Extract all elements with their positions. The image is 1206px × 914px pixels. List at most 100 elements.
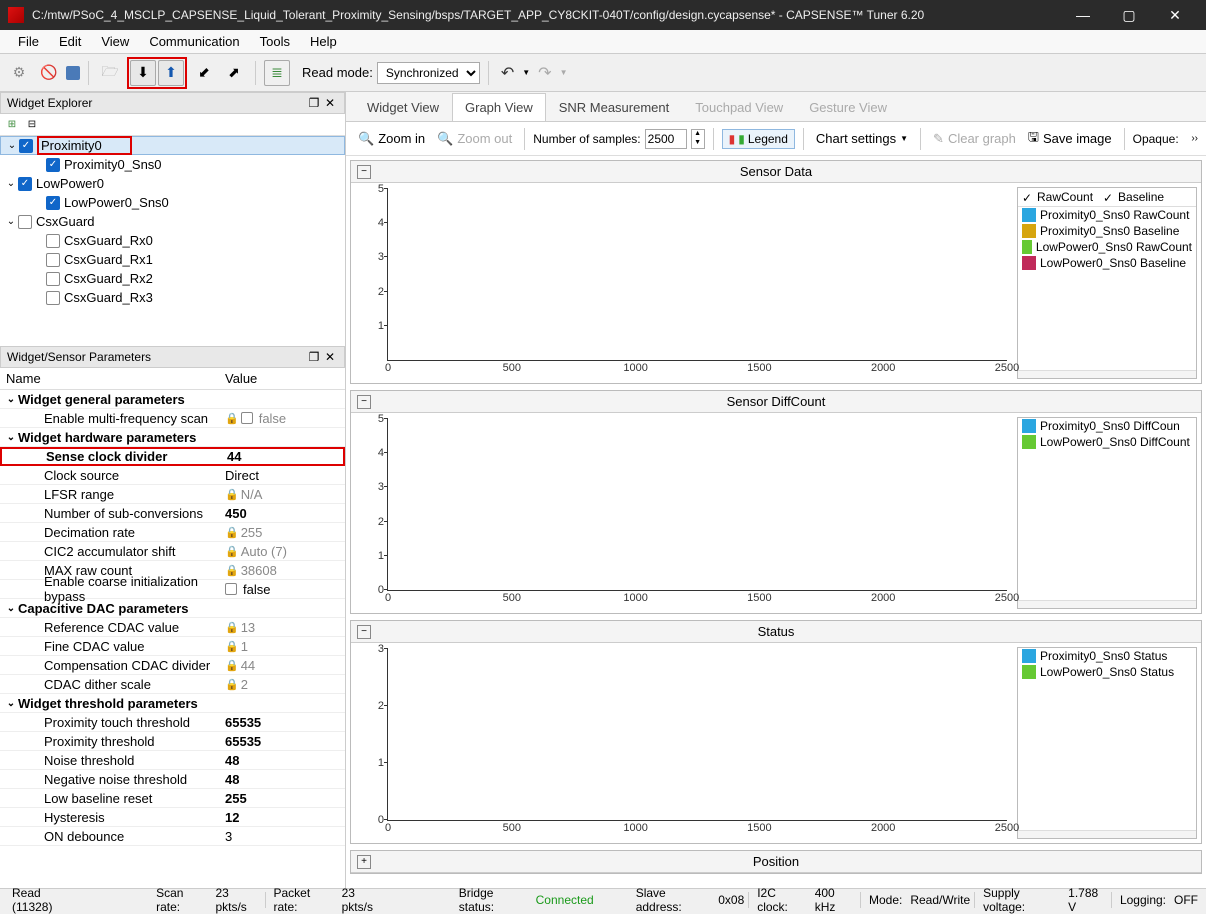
- download-icon[interactable]: ⬇: [130, 60, 156, 86]
- chart-sensor-data: −Sensor Data1234505001000150020002500✓Ra…: [350, 160, 1202, 384]
- close-panel-icon[interactable]: ✕: [322, 96, 338, 110]
- opaque-label: Opaque:: [1133, 132, 1179, 146]
- collapse-icon[interactable]: +: [357, 855, 371, 869]
- zoom-out-icon: 🔍: [437, 131, 453, 147]
- minimize-button[interactable]: —: [1060, 0, 1106, 30]
- collapse-all-icon[interactable]: ⊟: [24, 117, 40, 133]
- tree-toolbar: ⊞ ⊟: [0, 114, 345, 136]
- list-icon[interactable]: ≣: [264, 60, 290, 86]
- window-title: C:/mtw/PSoC_4_MSCLP_CAPSENSE_Liquid_Tole…: [32, 8, 1060, 22]
- tree-item-csxguard_rx0[interactable]: CsxGuard_Rx0: [0, 231, 345, 250]
- import-icon[interactable]: ⬋: [191, 60, 217, 86]
- tree-item-proximity0[interactable]: ⌄✓Proximity0: [0, 136, 345, 155]
- overflow-icon[interactable]: ››: [1191, 133, 1198, 144]
- param-group[interactable]: ⌄Widget threshold parameters: [0, 694, 345, 713]
- charts-area: −Sensor Data1234505001000150020002500✓Ra…: [346, 156, 1206, 888]
- param-row[interactable]: Negative noise threshold48: [0, 770, 345, 789]
- legend-item[interactable]: Proximity0_Sns0 RawCount: [1018, 207, 1196, 223]
- param-row[interactable]: Low baseline reset255: [0, 789, 345, 808]
- tab-gesture-view[interactable]: Gesture View: [796, 93, 900, 121]
- tab-graph-view[interactable]: Graph View: [452, 93, 546, 121]
- save-image-button[interactable]: 🖫Save image: [1024, 126, 1116, 152]
- tree-item-proximity0_sns0[interactable]: ✓Proximity0_Sns0: [0, 155, 345, 174]
- chart-sensor-diffcount: −Sensor DiffCount01234505001000150020002…: [350, 390, 1202, 614]
- param-row[interactable]: Number of sub-conversions450: [0, 504, 345, 523]
- param-row[interactable]: Noise threshold48: [0, 751, 345, 770]
- param-row[interactable]: Sense clock divider44: [0, 447, 345, 466]
- param-row[interactable]: Proximity threshold65535: [0, 732, 345, 751]
- legend-item[interactable]: LowPower0_Sns0 Status: [1018, 664, 1196, 680]
- param-row[interactable]: Hysteresis12: [0, 808, 345, 827]
- widget-tree[interactable]: ⌄✓Proximity0✓Proximity0_Sns0⌄✓LowPower0✓…: [0, 136, 345, 346]
- legend-item[interactable]: LowPower0_Sns0 DiffCount: [1018, 434, 1196, 450]
- legend-item[interactable]: LowPower0_Sns0 Baseline: [1018, 255, 1196, 271]
- chart-settings-button[interactable]: Chart settings ▼: [812, 129, 912, 148]
- tree-item-csxguard_rx1[interactable]: CsxGuard_Rx1: [0, 250, 345, 269]
- gear-icon[interactable]: ⚙: [6, 60, 32, 86]
- samples-spinner[interactable]: ▲▼: [691, 129, 705, 149]
- close-button[interactable]: ✕: [1152, 0, 1198, 30]
- legend-item[interactable]: Proximity0_Sns0 Baseline: [1018, 223, 1196, 239]
- undo-icon[interactable]: ↶: [497, 63, 518, 83]
- param-row[interactable]: Enable coarse initialization bypassfalse: [0, 580, 345, 599]
- chart-status: −Status012305001000150020002500Proximity…: [350, 620, 1202, 844]
- collapse-icon[interactable]: −: [357, 395, 371, 409]
- record-icon[interactable]: [66, 66, 80, 80]
- undock-icon[interactable]: ❐: [306, 96, 322, 110]
- legend-item[interactable]: LowPower0_Sns0 RawCount: [1018, 239, 1196, 255]
- tree-item-lowpower0_sns0[interactable]: ✓LowPower0_Sns0: [0, 193, 345, 212]
- tree-item-csxguard[interactable]: ⌄CsxGuard: [0, 212, 345, 231]
- tree-item-csxguard_rx3[interactable]: CsxGuard_Rx3: [0, 288, 345, 307]
- param-row[interactable]: Fine CDAC value🔒 1: [0, 637, 345, 656]
- menu-help[interactable]: Help: [300, 34, 347, 49]
- tab-touchpad-view[interactable]: Touchpad View: [682, 93, 796, 121]
- params-table[interactable]: ⌄Widget general parametersEnable multi-f…: [0, 390, 345, 888]
- menu-tools[interactable]: Tools: [250, 34, 300, 49]
- redo-icon[interactable]: ↷: [534, 63, 555, 83]
- param-row[interactable]: Reference CDAC value🔒 13: [0, 618, 345, 637]
- upload-icon[interactable]: ⬆: [158, 60, 184, 86]
- zoom-in-button[interactable]: 🔍Zoom in: [354, 129, 429, 149]
- params-column-headers: Name Value: [0, 368, 345, 390]
- param-row[interactable]: CIC2 accumulator shift🔒 Auto (7): [0, 542, 345, 561]
- param-row[interactable]: Enable multi-frequency scan🔒 false: [0, 409, 345, 428]
- legend-item[interactable]: Proximity0_Sns0 DiffCoun: [1018, 418, 1196, 434]
- zoom-in-icon: 🔍: [358, 131, 374, 147]
- maximize-button[interactable]: ▢: [1106, 0, 1152, 30]
- param-row[interactable]: LFSR range🔒 N/A: [0, 485, 345, 504]
- tree-item-lowpower0[interactable]: ⌄✓LowPower0: [0, 174, 345, 193]
- legend-item[interactable]: Proximity0_Sns0 Status: [1018, 648, 1196, 664]
- export-icon[interactable]: ⬈: [221, 60, 247, 86]
- clear-graph-button[interactable]: ✎Clear graph: [929, 129, 1020, 149]
- close-panel-icon[interactable]: ✕: [322, 350, 338, 364]
- param-group[interactable]: ⌄Widget hardware parameters: [0, 428, 345, 447]
- param-group[interactable]: ⌄Capacitive DAC parameters: [0, 599, 345, 618]
- zoom-out-button[interactable]: 🔍Zoom out: [433, 129, 516, 149]
- collapse-icon[interactable]: −: [357, 165, 371, 179]
- stop-icon[interactable]: 🚫: [36, 60, 62, 86]
- status-bar: Read (11328) Scan rate:23 pkts/s Packet …: [0, 888, 1206, 910]
- title-bar: C:/mtw/PSoC_4_MSCLP_CAPSENSE_Liquid_Tole…: [0, 0, 1206, 30]
- menu-view[interactable]: View: [91, 34, 139, 49]
- tab-snr-measurement[interactable]: SNR Measurement: [546, 93, 683, 121]
- open-icon[interactable]: 🗁: [97, 60, 123, 86]
- menu-communication[interactable]: Communication: [139, 34, 249, 49]
- read-mode-select[interactable]: Synchronized: [377, 62, 480, 84]
- tab-widget-view[interactable]: Widget View: [354, 93, 452, 121]
- transfer-buttons-highlight: ⬇ ⬆: [127, 57, 187, 89]
- param-row[interactable]: Compensation CDAC divider🔒 44: [0, 656, 345, 675]
- expand-all-icon[interactable]: ⊞: [4, 117, 20, 133]
- menu-file[interactable]: File: [8, 34, 49, 49]
- param-row[interactable]: Proximity touch threshold65535: [0, 713, 345, 732]
- undock-icon[interactable]: ❐: [306, 350, 322, 364]
- param-group[interactable]: ⌄Widget general parameters: [0, 390, 345, 409]
- param-row[interactable]: CDAC dither scale🔒 2: [0, 675, 345, 694]
- collapse-icon[interactable]: −: [357, 625, 371, 639]
- param-row[interactable]: Decimation rate🔒 255: [0, 523, 345, 542]
- menu-edit[interactable]: Edit: [49, 34, 91, 49]
- samples-input[interactable]: [645, 129, 687, 149]
- param-row[interactable]: ON debounce3: [0, 827, 345, 846]
- param-row[interactable]: Clock sourceDirect: [0, 466, 345, 485]
- tree-item-csxguard_rx2[interactable]: CsxGuard_Rx2: [0, 269, 345, 288]
- legend-button[interactable]: ▮▮Legend: [722, 129, 795, 149]
